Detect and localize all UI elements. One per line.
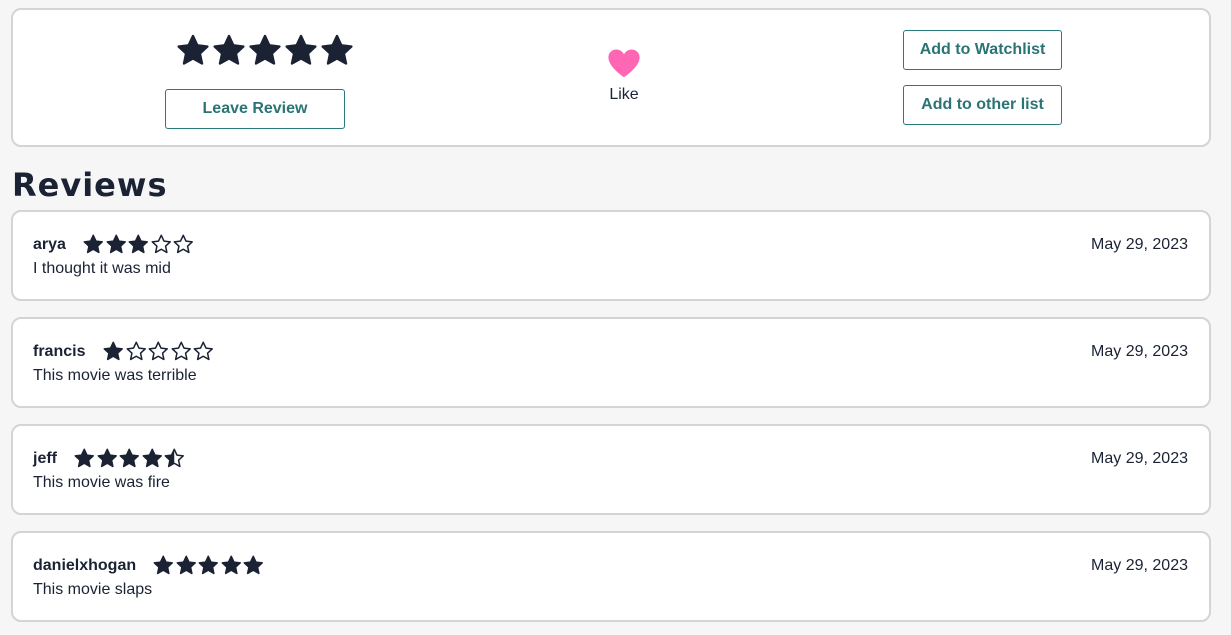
star-filled-icon xyxy=(285,34,317,65)
review-rating-stars xyxy=(152,554,265,576)
leave-review-button[interactable]: Leave Review xyxy=(165,89,345,129)
rating-stars[interactable] xyxy=(175,32,355,68)
star-half-icon xyxy=(164,448,184,468)
star-filled-icon xyxy=(142,448,162,468)
star-filled-icon xyxy=(176,555,196,575)
heart-icon xyxy=(608,49,640,78)
star-filled-icon xyxy=(128,234,148,254)
star-empty-icon xyxy=(148,341,168,361)
movie-actions-panel: Leave Review Like Add to Watchlist Add t… xyxy=(11,8,1211,147)
review-text: This movie slaps xyxy=(33,581,153,598)
star-filled-icon xyxy=(97,448,117,468)
review-date: May 29, 2023 xyxy=(1091,236,1188,253)
review-card: francis May 29, 2023 This movie was terr… xyxy=(11,317,1211,408)
star-filled-icon xyxy=(243,555,263,575)
review-rating-stars xyxy=(102,340,215,362)
review-rating-stars xyxy=(82,233,195,255)
star-empty-icon xyxy=(151,234,171,254)
add-to-other-list-button[interactable]: Add to other list xyxy=(903,85,1062,125)
review-card: danielxhogan May 29, 2023 This movie sla… xyxy=(11,531,1211,622)
star-filled-icon xyxy=(83,234,103,254)
star-filled-icon xyxy=(221,555,241,575)
star-filled-icon xyxy=(321,34,353,65)
star-empty-icon xyxy=(126,341,146,361)
reviews-heading: Reviews xyxy=(12,166,168,204)
star-filled-icon xyxy=(106,234,126,254)
review-date: May 29, 2023 xyxy=(1091,343,1188,360)
review-username[interactable]: danielxhogan xyxy=(33,557,136,575)
review-text: This movie was fire xyxy=(33,474,170,491)
star-filled-icon xyxy=(103,341,123,361)
review-date: May 29, 2023 xyxy=(1091,450,1188,467)
review-username[interactable]: arya xyxy=(33,236,66,254)
like-label: Like xyxy=(609,86,639,103)
star-filled-icon xyxy=(213,34,245,65)
review-card: arya May 29, 2023 I thought it was mid xyxy=(11,210,1211,301)
review-username[interactable]: jeff xyxy=(33,450,57,468)
star-filled-icon xyxy=(177,34,209,65)
like-button[interactable]: Like xyxy=(594,48,654,104)
review-text: This movie was terrible xyxy=(33,367,197,384)
star-empty-icon xyxy=(193,341,213,361)
star-filled-icon xyxy=(119,448,139,468)
star-empty-icon xyxy=(173,234,193,254)
review-rating-stars xyxy=(73,447,186,469)
review-username[interactable]: francis xyxy=(33,343,85,361)
review-text: I thought it was mid xyxy=(33,260,171,277)
add-to-watchlist-button[interactable]: Add to Watchlist xyxy=(903,30,1062,70)
review-date: May 29, 2023 xyxy=(1091,557,1188,574)
star-filled-icon xyxy=(249,34,281,65)
review-card: jeff May 29, 2023 This movie was fire xyxy=(11,424,1211,515)
star-filled-icon xyxy=(198,555,218,575)
star-filled-icon xyxy=(153,555,173,575)
star-filled-icon xyxy=(74,448,94,468)
star-empty-icon xyxy=(171,341,191,361)
